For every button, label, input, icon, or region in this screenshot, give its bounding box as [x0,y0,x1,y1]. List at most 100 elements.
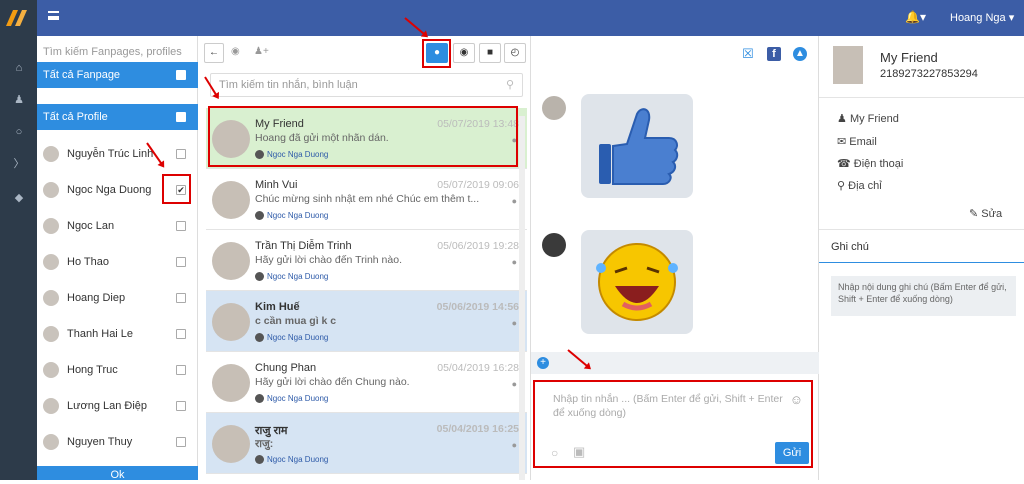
profile-avatar [43,434,59,450]
contact-field-email-text: Email [849,136,877,148]
ok-button[interactable]: Ok [37,466,198,481]
chat-icon[interactable]: ○ [12,126,26,138]
conversation-date: 05/06/2019 19:28 [437,240,519,252]
profile-item[interactable]: Ngoc Lan [37,208,198,244]
image-icon[interactable]: ▣ [573,444,585,460]
add-user-icon[interactable]: ♟+ [254,43,269,63]
profile-item[interactable]: Hoang Diep [37,280,198,316]
phone-icon: ☎ [837,158,851,170]
menu-toggle-icon[interactable] [48,11,59,20]
profile-checkbox[interactable] [176,437,186,447]
all-profile-label: Tất cả Profile [43,111,108,123]
comments-filter-button[interactable]: ■ [479,43,501,63]
conversation-name: Kim Huế [255,301,300,313]
contact-panel: My Friend 2189273227853294 ♟ My Friend ✉… [819,36,1024,480]
history-filter-button[interactable]: ◴ [504,43,526,63]
chat-panel: ☒ f ▲ + Nhập tin nhắn ... (Bấm Enter để … [531,36,819,480]
quick-reply-icon[interactable]: ○ [551,446,558,460]
contact-id: 2189273227853294 [880,68,978,80]
unread-filter-button[interactable]: ◉ [453,43,475,63]
profile-item[interactable]: Hong Truc [37,352,198,388]
contact-field-address-text: Địa chỉ [848,180,882,192]
fanpage-search-input[interactable]: Tìm kiếm Fanpages, profiles [43,41,193,63]
profile-name: Nguyen Thuy [67,436,133,448]
conversation-name: Chung Phan [255,362,317,374]
profile-avatar [43,182,59,198]
contact-field-name: ♟ My Friend [837,112,899,125]
edit-contact-button[interactable]: ✎ Sửa [969,207,1002,220]
conversation-avatar [212,364,250,402]
add-attachment-icon[interactable]: + [537,357,549,369]
message-bubble-icon: ● [511,196,517,206]
conversation-item[interactable]: Kim Huế 05/06/2019 14:56 c cần mua gì k c ●… [206,291,527,352]
profile-item[interactable]: Ho Thao [37,244,198,280]
profile-item[interactable]: Lương Lan Điệp [37,388,198,424]
divider [819,97,1024,98]
profile-avatar [43,218,59,234]
conversation-page: Ngoc Nga Duong [255,333,328,342]
conversation-preview: Chúc mừng sinh nhật em nhé Chúc em thêm … [255,193,480,205]
app-logo[interactable] [0,0,37,36]
profile-checkbox[interactable] [176,365,186,375]
conversation-item[interactable]: Minh Vui 05/07/2019 09:06 Chúc mừng sinh n… [206,169,527,230]
conversation-preview: Hãy gửi lời chào đến Chung nào. [255,376,410,388]
profile-checkbox[interactable] [176,257,186,267]
user-icon[interactable]: ♟ [12,94,26,106]
profile-checkbox[interactable] [176,221,186,231]
conversation-item[interactable]: Trần Thị Diễm Trinh 05/06/2019 19:28 Hãy g… [206,230,527,291]
profile-avatar [43,146,59,162]
notes-input[interactable]: Nhập nội dung ghi chú (Bấm Enter để gửi,… [831,276,1016,316]
facebook-icon[interactable]: f [767,47,781,61]
send-button[interactable]: Gửi [775,442,809,464]
message-search-input[interactable]: Tìm kiếm tin nhắn, bình luận ⚲ [210,73,523,97]
profile-checkbox[interactable] [176,293,186,303]
conversation-date: 05/04/2019 16:25 [436,423,519,435]
profile-checkbox[interactable] [176,149,186,159]
profile-checkbox[interactable] [176,401,186,411]
profile-item[interactable]: Nguyen Thuy [37,424,198,460]
all-fanpage-row[interactable]: Tất cả Fanpage [37,62,198,88]
email-icon: ✉ [837,136,847,148]
contact-field-address: ⚲ Địa chỉ [837,179,882,192]
left-nav: ⌂ ♟ ○ 〉 ◆ [0,36,37,480]
trash-icon[interactable]: ☒ [741,47,755,61]
tag-filter-icon[interactable]: ◉ [231,43,240,63]
notes-underline [819,262,1024,263]
conversation-preview: Hãy gửi lời chào đến Trinh nào. [255,254,402,266]
conversation-item[interactable]: Chung Phan 05/04/2019 16:28 Hãy gửi lời ch… [206,352,527,413]
highlight-box-conversation [208,106,518,167]
profile-item[interactable]: Nguyễn Trúc Linh [37,136,198,172]
compose-input[interactable]: Nhập tin nhắn ... (Bấm Enter để gửi, Shi… [553,392,789,420]
back-arrow-icon[interactable]: ← [204,43,224,63]
profile-checkbox[interactable] [176,329,186,339]
profile-name: Lương Lan Điệp [67,400,148,412]
conversation-name: Minh Vui [255,179,298,191]
tag-icon[interactable]: 〉 [12,158,26,170]
all-fanpage-checkbox[interactable] [176,70,186,80]
contact-field-phone: ☎ Điện thoại [837,157,903,170]
scroll-up-icon[interactable]: ▲ [793,47,807,61]
emoji-icon[interactable]: ☺ [790,392,803,407]
profile-item[interactable]: Thanh Hai Le [37,316,198,352]
sender-avatar [542,96,566,120]
conversations-panel: ← ◉ ♟+ ● ◉ ■ ◴ Tìm kiếm tin nhắn, bình l… [198,36,531,480]
edit-icon: ✎ [969,208,979,220]
compose-box[interactable]: Nhập tin nhắn ... (Bấm Enter để gửi, Shi… [533,380,813,468]
recipient-avatar [542,233,566,257]
all-profile-row[interactable]: Tất cả Profile [37,104,198,130]
bell-icon[interactable]: 🔔▾ [905,10,926,24]
contact-name: My Friend [880,50,938,65]
conversation-name: Trần Thị Diễm Trinh [255,240,352,252]
conversation-scrollbar[interactable] [519,116,525,480]
user-menu[interactable]: Hoang Nga ▾ [950,11,1014,24]
conversation-page: Ngoc Nga Duong [255,455,328,464]
conversation-item[interactable]: राजु राम 05/04/2019 16:25 राजु: ● Ngoc Nga … [206,413,527,474]
home-icon[interactable]: ⌂ [12,62,26,74]
conversation-date: 05/06/2019 14:56 [436,301,519,313]
conversation-avatar [212,425,250,463]
all-profile-checkbox[interactable] [176,112,186,122]
conversation-avatar [212,303,250,341]
conversation-avatar [212,181,250,219]
profile-avatar [43,362,59,378]
tags-icon[interactable]: ◆ [12,192,26,204]
